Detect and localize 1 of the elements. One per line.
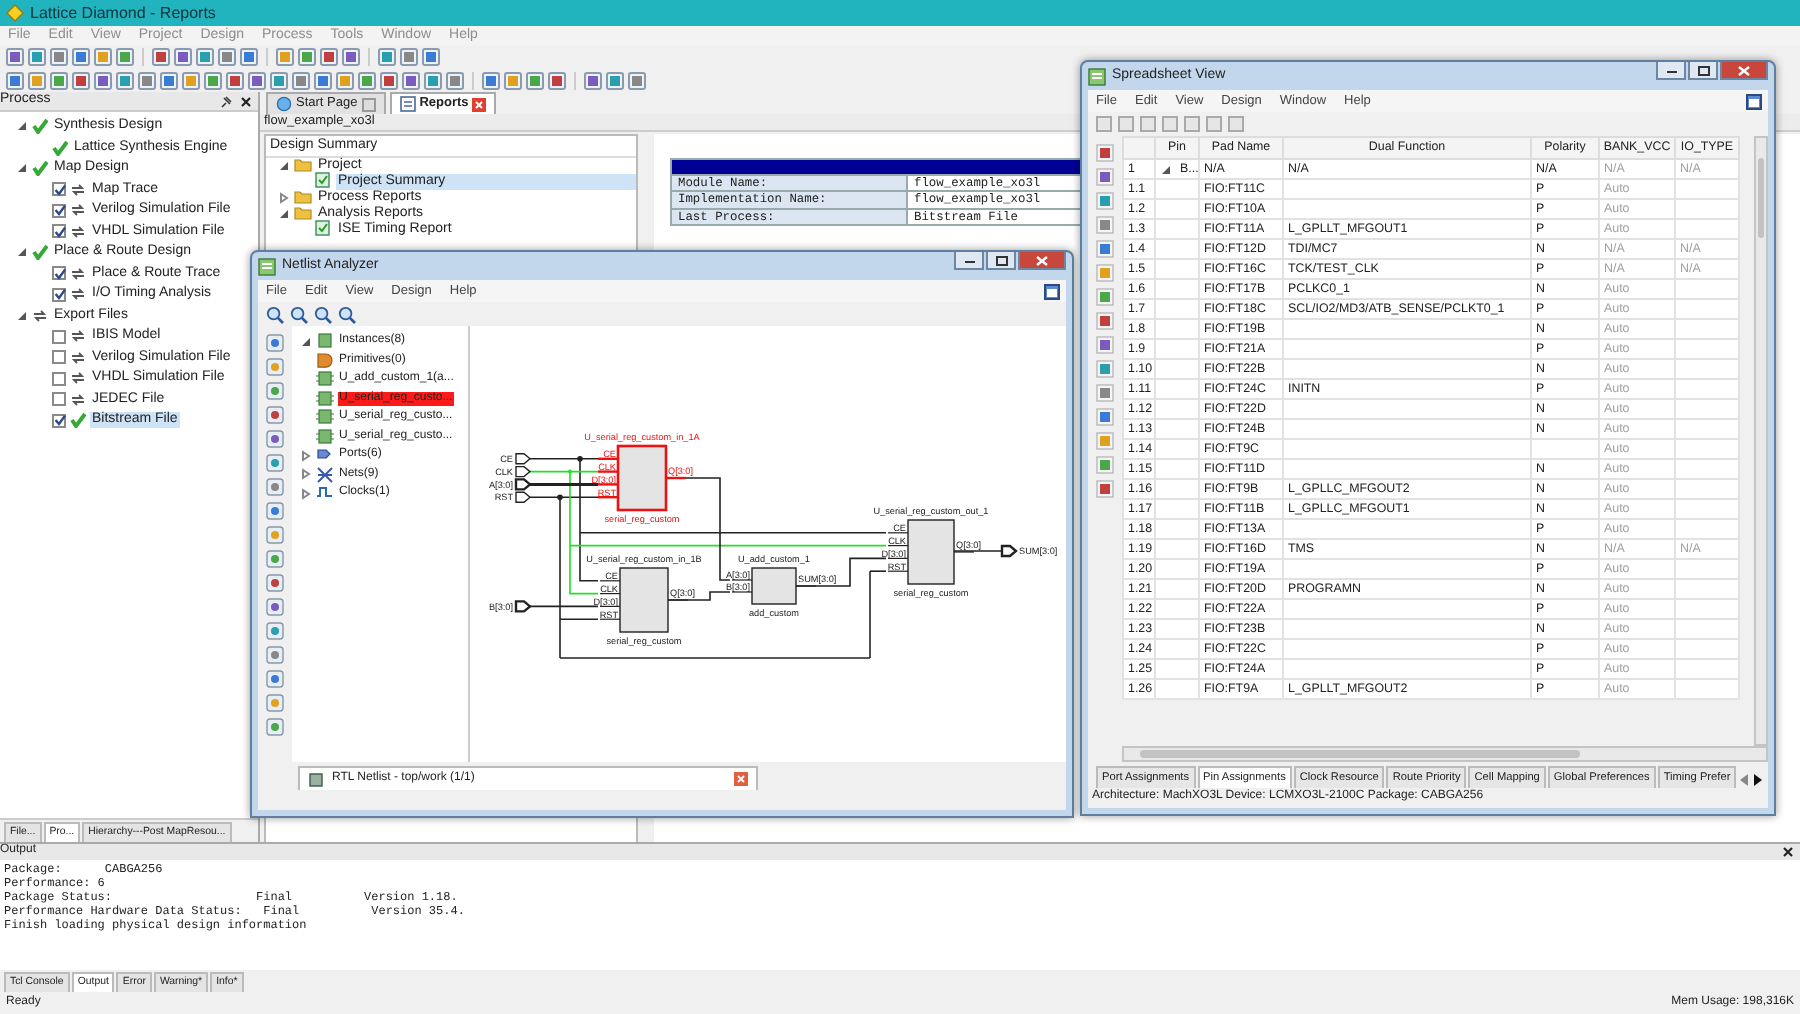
window-title: Lattice Diamond - Reports xyxy=(30,3,216,23)
